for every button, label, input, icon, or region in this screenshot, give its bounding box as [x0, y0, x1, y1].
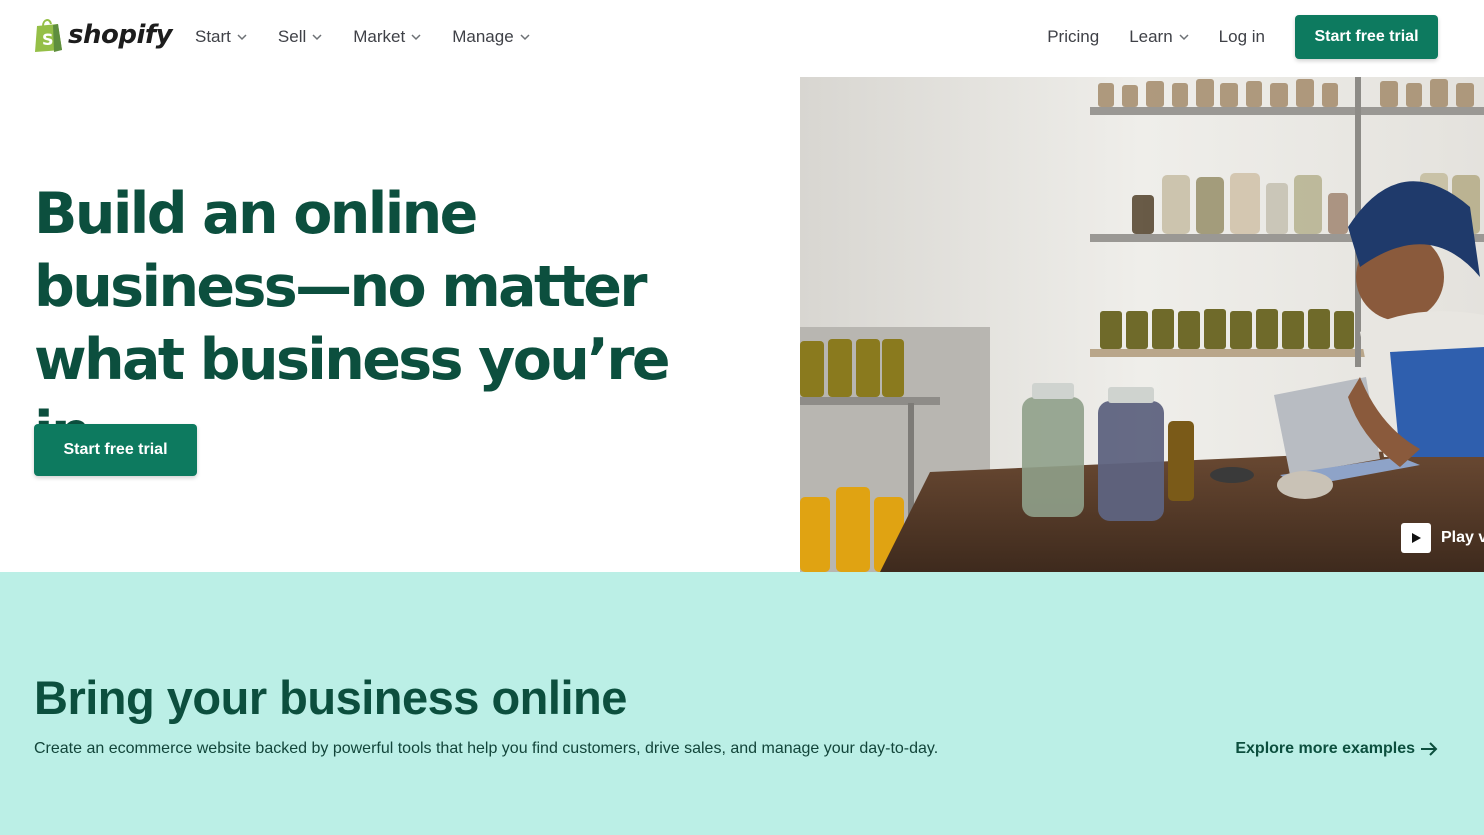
chevron-down-icon [312, 33, 322, 40]
hero-photo: Play v [800, 77, 1484, 572]
nav-item-label: Manage [452, 27, 514, 46]
section-heading: Bring your business online [34, 671, 627, 724]
explore-examples-link[interactable]: Explore more examples [1235, 740, 1438, 758]
nav-item-manage[interactable]: Manage [452, 26, 530, 48]
nav-start-trial-button[interactable]: Start free trial [1295, 15, 1438, 59]
brand-name: shopify [68, 20, 173, 50]
explore-examples-label: Explore more examples [1235, 740, 1415, 757]
bring-business-online-section: Bring your business online Create an eco… [0, 572, 1484, 835]
primary-menu: Start Sell Market Manage [195, 26, 561, 48]
play-video-button[interactable]: Play v [1401, 523, 1484, 553]
arrow-right-icon [1421, 742, 1438, 756]
login-link[interactable]: Log in [1219, 27, 1265, 47]
shopping-bag-logo-icon: S [35, 19, 62, 52]
pricing-link[interactable]: Pricing [1047, 27, 1099, 47]
learn-label: Learn [1129, 27, 1173, 46]
chevron-down-icon [1179, 33, 1189, 40]
play-video-label: Play v [1441, 529, 1484, 546]
shopify-logo[interactable]: S shopify [34, 17, 173, 53]
nav-item-label: Sell [277, 27, 307, 46]
top-navigation: S shopify Start Sell Market Manage Prici… [0, 0, 1484, 77]
secondary-menu: Pricing Learn Log in Start free trial [1047, 15, 1438, 59]
nav-item-label: Start [195, 27, 231, 46]
nav-item-market[interactable]: Market [353, 26, 421, 48]
section-description: Create an ecommerce website backed by po… [34, 740, 939, 757]
svg-text:S: S [42, 30, 54, 49]
learn-menu[interactable]: Learn [1129, 27, 1189, 47]
chevron-down-icon [237, 33, 247, 40]
hero-start-trial-button[interactable]: Start free trial [34, 424, 197, 476]
play-triangle-icon [1412, 533, 1421, 543]
nav-item-label: Market [353, 27, 406, 46]
nav-item-start[interactable]: Start [195, 26, 247, 48]
nav-item-sell[interactable]: Sell [278, 26, 322, 48]
shop-scene-illustration [800, 77, 1484, 572]
chevron-down-icon [520, 33, 530, 40]
play-icon [1401, 523, 1431, 553]
chevron-down-icon [411, 33, 421, 40]
